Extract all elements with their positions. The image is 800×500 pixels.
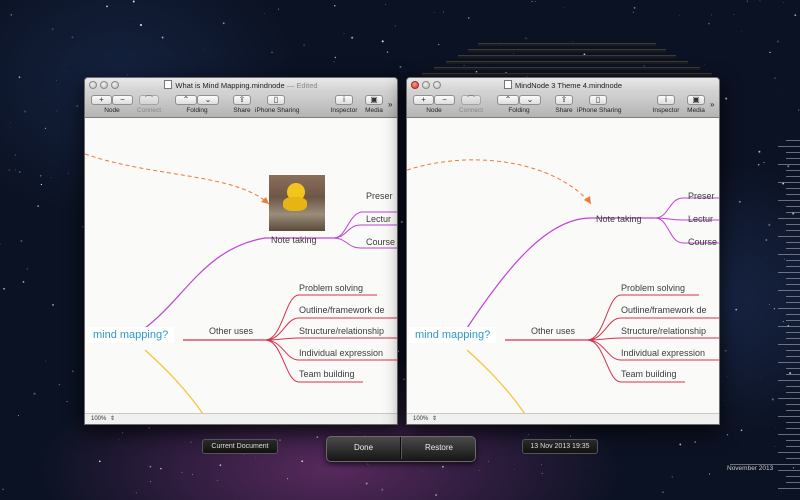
node-courses[interactable]: Course: [688, 237, 717, 247]
zoom-button[interactable]: [111, 81, 119, 89]
current-document-window[interactable]: What is Mind Mapping.mindnode — Edited +…: [84, 77, 398, 425]
restore-button[interactable]: Restore: [401, 437, 475, 459]
fold-button[interactable]: ⌃: [175, 95, 197, 105]
add-node-button[interactable]: +: [413, 95, 434, 105]
title-bar[interactable]: MindNode 3 Theme 4.mindnode: [407, 78, 719, 93]
node-problem-solving[interactable]: Problem solving: [299, 283, 363, 293]
document-icon: [503, 80, 512, 89]
timeline-month-label[interactable]: November 2013: [727, 465, 773, 472]
inspector-icon[interactable]: i: [335, 95, 353, 105]
node-label: Node: [426, 107, 442, 114]
share-label: Share: [555, 107, 573, 114]
version-timeline[interactable]: [725, 0, 800, 500]
media-label: Media: [687, 107, 705, 114]
connect-button[interactable]: ⌒: [461, 95, 481, 105]
media-icon[interactable]: ▣: [365, 95, 383, 105]
node-other-uses[interactable]: Other uses: [209, 326, 253, 336]
node-outline[interactable]: Outline/framework de: [621, 305, 707, 315]
node-individual-expression[interactable]: Individual expression: [621, 348, 705, 358]
node-lectures[interactable]: Lectur: [688, 214, 713, 224]
folding-label: Folding: [186, 107, 208, 114]
toolbar-overflow-icon[interactable]: »: [710, 100, 714, 109]
status-bar: 100% ⇕: [407, 413, 719, 424]
node-note-taking[interactable]: Note taking: [271, 235, 317, 245]
mind-map-canvas[interactable]: mind mapping? Note taking Preser Lectur …: [407, 118, 719, 414]
node-presentation[interactable]: Preser: [366, 191, 393, 201]
title-bar[interactable]: What is Mind Mapping.mindnode — Edited: [85, 78, 397, 93]
connect-label: Connect: [458, 107, 484, 114]
zoom-stepper-icon[interactable]: ⇕: [432, 416, 437, 422]
node-structure[interactable]: Structure/relationship: [299, 326, 384, 336]
node-structure[interactable]: Structure/relationship: [621, 326, 706, 336]
share-icon[interactable]: ⇪: [555, 95, 573, 105]
inspector-label: Inspector: [652, 107, 680, 114]
connect-button[interactable]: ⌒: [139, 95, 159, 105]
iphone-sharing-label: iPhone Sharing: [577, 107, 622, 114]
iphone-sharing-icon[interactable]: ▯: [589, 95, 607, 105]
media-label: Media: [365, 107, 383, 114]
add-node-button[interactable]: +: [91, 95, 112, 105]
version-date-label: 13 Nov 2013 19:35: [522, 439, 598, 454]
document-icon: [164, 80, 173, 89]
node-image[interactable]: [269, 175, 325, 231]
node-individual-expression[interactable]: Individual expression: [299, 348, 383, 358]
minimize-button[interactable]: [100, 81, 108, 89]
window-title: What is Mind Mapping.mindnode — Edited: [164, 80, 318, 90]
remove-node-button[interactable]: −: [112, 95, 133, 105]
window-title-text: MindNode 3 Theme 4.mindnode: [514, 81, 622, 90]
version-window[interactable]: MindNode 3 Theme 4.mindnode + − Node ⌒ C…: [406, 77, 720, 425]
close-button[interactable]: [411, 81, 419, 89]
node-presentation[interactable]: Preser: [688, 191, 715, 201]
window-title-text: What is Mind Mapping.mindnode: [175, 81, 285, 90]
share-icon[interactable]: ⇪: [233, 95, 251, 105]
node-outline[interactable]: Outline/framework de: [299, 305, 385, 315]
done-button[interactable]: Done: [327, 437, 401, 459]
connect-label: Connect: [136, 107, 162, 114]
node-label: Node: [104, 107, 120, 114]
zoom-button[interactable]: [433, 81, 441, 89]
current-document-label[interactable]: Current Document: [202, 439, 278, 454]
share-label: Share: [233, 107, 251, 114]
window-title: MindNode 3 Theme 4.mindnode: [503, 80, 622, 90]
done-restore-control: Done Restore: [326, 436, 476, 462]
node-root[interactable]: mind mapping?: [87, 327, 175, 343]
unfold-button[interactable]: ⌄: [197, 95, 219, 105]
iphone-sharing-label: iPhone Sharing: [255, 107, 300, 114]
zoom-stepper-icon[interactable]: ⇕: [110, 416, 115, 422]
remove-node-button[interactable]: −: [434, 95, 455, 105]
node-courses[interactable]: Course: [366, 237, 395, 247]
mind-map-canvas[interactable]: mind mapping? Note taking Preser Lectur …: [85, 118, 397, 414]
toolbar-overflow-icon[interactable]: »: [388, 100, 392, 109]
node-lectures[interactable]: Lectur: [366, 214, 391, 224]
media-icon[interactable]: ▣: [687, 95, 705, 105]
iphone-sharing-icon[interactable]: ▯: [267, 95, 285, 105]
node-note-taking[interactable]: Note taking: [596, 214, 642, 224]
minimize-button[interactable]: [422, 81, 430, 89]
fold-button[interactable]: ⌃: [497, 95, 519, 105]
node-other-uses[interactable]: Other uses: [531, 326, 575, 336]
unfold-button[interactable]: ⌄: [519, 95, 541, 105]
inspector-label: Inspector: [330, 107, 358, 114]
toolbar: + − Node ⌒ Connect ⌃ ⌄ Folding ⇪ Share ▯…: [407, 93, 719, 118]
node-team-building[interactable]: Team building: [621, 369, 677, 379]
zoom-level[interactable]: 100%: [413, 416, 428, 422]
node-team-building[interactable]: Team building: [299, 369, 355, 379]
zoom-level[interactable]: 100%: [91, 416, 106, 422]
folding-label: Folding: [508, 107, 530, 114]
close-button[interactable]: [89, 81, 97, 89]
edited-indicator: — Edited: [286, 81, 318, 90]
status-bar: 100% ⇕: [85, 413, 397, 424]
node-problem-solving[interactable]: Problem solving: [621, 283, 685, 293]
toolbar: + − Node ⌒ Connect ⌃ ⌄ Folding ⇪ Share ▯…: [85, 93, 397, 118]
inspector-icon[interactable]: i: [657, 95, 675, 105]
node-root[interactable]: mind mapping?: [409, 327, 497, 343]
